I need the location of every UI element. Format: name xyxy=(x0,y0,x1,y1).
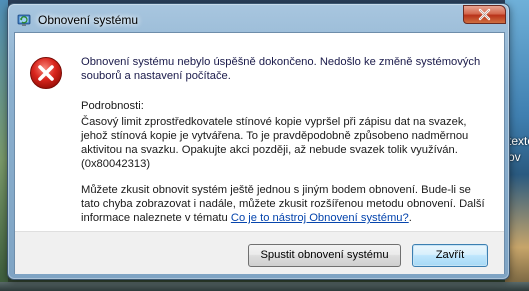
desktop-label-line-2: ov xyxy=(508,150,521,164)
dialog-content: Obnovení systému nebylo úspěšně dokončen… xyxy=(14,32,505,274)
taskbar xyxy=(0,282,529,291)
error-message: Obnovení systému nebylo úspěšně dokončen… xyxy=(81,56,481,82)
error-icon xyxy=(30,57,62,89)
close-icon xyxy=(478,8,491,21)
desktop-icon-label[interactable]: texto ov xyxy=(508,133,529,165)
system-restore-icon xyxy=(17,14,31,26)
window-title: Obnovení systému xyxy=(38,13,139,27)
details-text: Časový limit zprostředkovatele stínové k… xyxy=(81,116,469,170)
close-button[interactable]: Zavřít xyxy=(412,244,488,267)
button-bar: Spustit obnovení systému Zavřít xyxy=(15,231,504,274)
retry-advice-end: . xyxy=(408,212,412,224)
close-window-button[interactable] xyxy=(463,5,506,24)
title-bar[interactable]: Obnovení systému xyxy=(8,4,509,34)
desktop-label-line-1: texto xyxy=(508,134,529,148)
start-system-restore-button[interactable]: Spustit obnovení systému xyxy=(248,244,401,267)
help-link[interactable]: Co je to nástroj Obnovení systému? xyxy=(231,212,409,224)
system-restore-dialog: Obnovení systému Obnovení systému nebylo… xyxy=(7,3,510,280)
retry-advice: Můžete zkusit obnovit systém ještě jedno… xyxy=(81,183,486,225)
details-heading: Podrobnosti: xyxy=(81,100,144,112)
